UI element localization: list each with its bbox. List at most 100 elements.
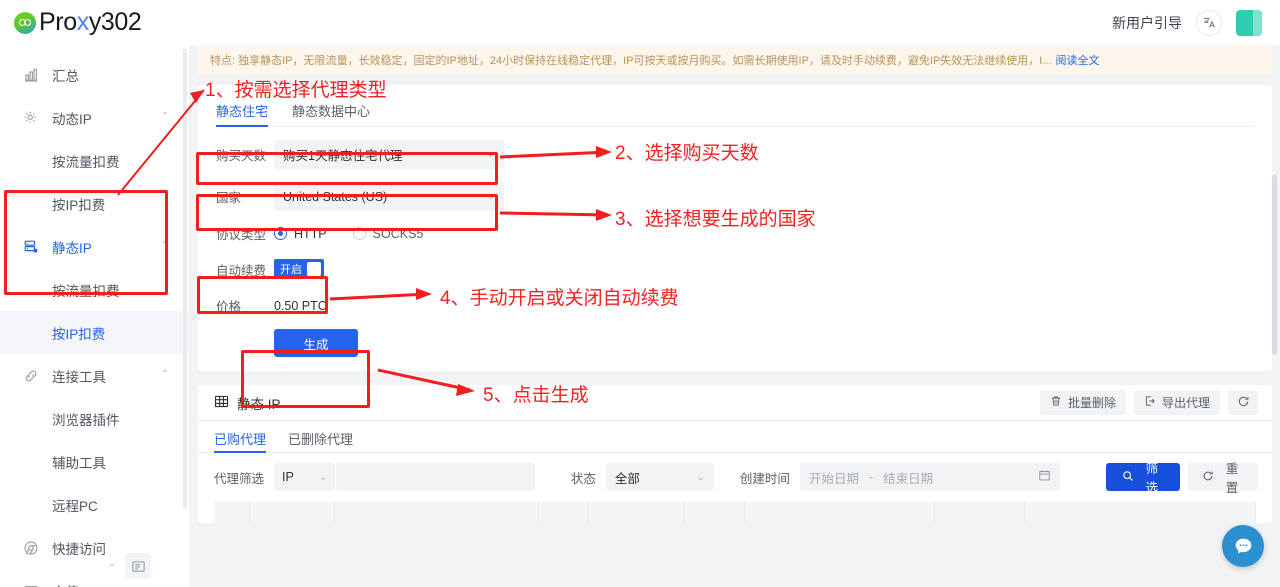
sidebar-item-summary[interactable]: 汇总 bbox=[0, 53, 189, 96]
table-header-cell bbox=[685, 501, 745, 523]
country-select[interactable]: United States (US) ⌄ bbox=[274, 182, 504, 211]
refresh-table-button[interactable] bbox=[1228, 390, 1258, 415]
generate-row: 生成 bbox=[216, 329, 1254, 357]
filter-search-button[interactable]: 筛选 bbox=[1105, 462, 1180, 495]
proxy-filter-label: 代理筛选 bbox=[214, 471, 265, 486]
created-time-label: 创建时间 bbox=[739, 471, 790, 486]
autorenew-toggle[interactable]: 开启 bbox=[274, 259, 324, 279]
table-header-cell bbox=[335, 501, 539, 523]
sidebar-item-label: 按IP扣费 bbox=[52, 197, 106, 213]
sidebar-item-label: 静态IP bbox=[52, 240, 92, 256]
sidebar-item-browser-plugin[interactable]: 浏览器插件 bbox=[0, 397, 189, 440]
autorenew-row: 自动续费 开启 bbox=[216, 259, 1254, 279]
table-header-cell bbox=[250, 501, 335, 523]
table-header-cell bbox=[745, 501, 935, 523]
toggle-knob-icon bbox=[307, 262, 321, 276]
chevron-up-icon: ⌃ bbox=[160, 240, 169, 251]
bulk-delete-button[interactable]: 批量删除 bbox=[1039, 390, 1126, 415]
static-ip-tabs: 已购代理 已删除代理 bbox=[198, 421, 1272, 453]
logo-text-a: Pro bbox=[39, 8, 77, 36]
sidebar-scrollbar[interactable] bbox=[183, 49, 187, 509]
table-header-row bbox=[214, 501, 1256, 523]
price-value: 0.50 PTC bbox=[274, 298, 327, 313]
proxy-filter-input[interactable] bbox=[336, 463, 535, 491]
sidebar-caret-hint: ⌄ bbox=[108, 558, 117, 569]
generate-button[interactable]: 生成 bbox=[274, 329, 358, 357]
gear-ip-icon bbox=[22, 109, 40, 127]
chevron-down-icon: ⌄ bbox=[486, 191, 495, 202]
tab-purchased-proxies[interactable]: 已购代理 bbox=[214, 421, 267, 453]
header-right-tools: 新用户引导 bbox=[1112, 9, 1262, 36]
sidebar-item-quick-access[interactable]: 快捷访问 bbox=[0, 526, 189, 569]
sidebar-item-dynamic-traffic-billing[interactable]: 按流量扣费 bbox=[0, 139, 189, 182]
new-user-guide-link[interactable]: 新用户引导 bbox=[1112, 13, 1182, 33]
sidebar-item-label: 汇总 bbox=[52, 68, 79, 84]
autorenew-label: 自动续费 bbox=[216, 263, 267, 278]
protocol-row: 协议类型 HTTP SOCKS5 bbox=[216, 224, 1254, 243]
country-label: 国家 bbox=[216, 191, 242, 205]
filter-reset-button[interactable]: 重置 bbox=[1187, 462, 1258, 495]
sidebar-item-dynamic-ip-billing[interactable]: 按IP扣费 bbox=[0, 182, 189, 225]
sidebar-item-dynamic-ip[interactable]: 动态IP ⌃ bbox=[0, 96, 189, 139]
sidebar-item-recharge[interactable]: 充值 bbox=[0, 569, 189, 587]
days-value: 购买1天静态住宅代理 bbox=[283, 149, 403, 163]
sidebar-item-label: 充值 bbox=[52, 581, 79, 587]
status-select[interactable]: 全部 ⌄ bbox=[605, 463, 714, 491]
days-select[interactable]: 购买1天静态住宅代理 ⌄ bbox=[274, 140, 504, 169]
date-end-placeholder: 结束日期 bbox=[883, 471, 934, 486]
sidebar-item-label: 快捷访问 bbox=[52, 541, 106, 557]
days-label: 购买天数 bbox=[216, 149, 267, 163]
trash-icon bbox=[1050, 395, 1062, 410]
bar-chart-icon bbox=[22, 66, 40, 84]
sidebar-item-remote-pc[interactable]: 远程PC bbox=[0, 483, 189, 526]
server-icon bbox=[22, 238, 40, 256]
chevron-up-icon: ⌃ bbox=[160, 111, 169, 122]
sidebar-item-connection-tools[interactable]: 连接工具 ⌃ bbox=[0, 354, 189, 397]
sidebar-item-helper-tools[interactable]: 辅助工具 bbox=[0, 440, 189, 483]
tab-deleted-proxies[interactable]: 已删除代理 bbox=[288, 421, 353, 452]
price-label: 价格 bbox=[216, 300, 242, 314]
user-avatar[interactable] bbox=[1236, 9, 1262, 36]
sidebar-item-label: 连接工具 bbox=[52, 369, 106, 385]
created-date-range-picker[interactable]: 开始日期 - 结束日期 bbox=[799, 463, 1060, 491]
export-icon bbox=[1144, 395, 1156, 410]
translate-icon[interactable] bbox=[1196, 9, 1222, 36]
table-header-cell bbox=[214, 501, 250, 523]
chat-bubble-icon[interactable] bbox=[1222, 525, 1264, 567]
banner-text: 特点: 独享静态IP，无限流量，长效稳定，固定的IP地址，24小时保持在线稳定代… bbox=[210, 55, 1052, 67]
credit-card-icon bbox=[22, 582, 40, 587]
search-icon bbox=[1122, 470, 1134, 485]
chevron-down-icon: ⌄ bbox=[318, 471, 328, 483]
sidebar-item-static-traffic-billing[interactable]: 按流量扣费 bbox=[0, 268, 189, 311]
chevron-down-icon: ⌄ bbox=[696, 471, 705, 483]
sidebar-menu: 汇总 动态IP ⌃ 按流量扣费 按IP扣费 静态IP ⌃ 按流量扣费 按IP扣费… bbox=[0, 45, 189, 587]
table-header-cell bbox=[539, 501, 589, 523]
filter-bar: 代理筛选 IP ⌄ 状态 全部 ⌄ 创建时间 开始日期 - 结束日期 筛选 重置 bbox=[198, 453, 1272, 501]
tab-label: 已购代理 bbox=[214, 432, 267, 447]
collapse-sidebar-icon[interactable] bbox=[125, 553, 151, 579]
main-scrollbar[interactable] bbox=[1272, 175, 1277, 355]
proxy-filter-type-value: IP bbox=[282, 470, 294, 484]
days-row: 购买天数 购买1天静态住宅代理 ⌄ bbox=[216, 140, 1254, 169]
app-header: Proxy302 新用户引导 bbox=[0, 0, 1280, 45]
static-ip-card-actions: 批量删除 导出代理 bbox=[1039, 390, 1258, 415]
tab-static-residential[interactable]: 静态住宅 bbox=[216, 93, 269, 127]
proxy-filter-type-select[interactable]: IP ⌄ bbox=[274, 463, 336, 491]
main-content: 特点: 独享静态IP，无限流量，长效稳定，固定的IP地址，24小时保持在线稳定代… bbox=[190, 45, 1280, 587]
radio-dot-icon bbox=[352, 227, 366, 240]
radio-socks5[interactable]: SOCKS5 bbox=[352, 227, 423, 241]
date-separator: - bbox=[868, 470, 874, 484]
price-row: 价格 0.50 PTC bbox=[216, 296, 1254, 315]
radio-http[interactable]: HTTP bbox=[274, 227, 327, 241]
sidebar-item-static-ip[interactable]: 静态IP ⌃ bbox=[0, 225, 189, 268]
sidebar-item-static-ip-billing[interactable]: 按IP扣费 bbox=[0, 311, 189, 354]
date-start-placeholder: 开始日期 bbox=[808, 471, 859, 486]
export-proxy-button[interactable]: 导出代理 bbox=[1133, 390, 1220, 415]
tab-static-datacenter[interactable]: 静态数据中心 bbox=[292, 93, 370, 126]
app-logo[interactable]: Proxy302 bbox=[14, 8, 142, 36]
export-proxy-label: 导出代理 bbox=[1161, 396, 1210, 410]
chrome-icon bbox=[22, 539, 40, 557]
static-ip-card-header: 静态 IP 批量删除 导出代理 bbox=[198, 385, 1272, 421]
banner-read-more-link[interactable]: 阅读全文 bbox=[1056, 52, 1100, 68]
status-label: 状态 bbox=[570, 471, 596, 486]
